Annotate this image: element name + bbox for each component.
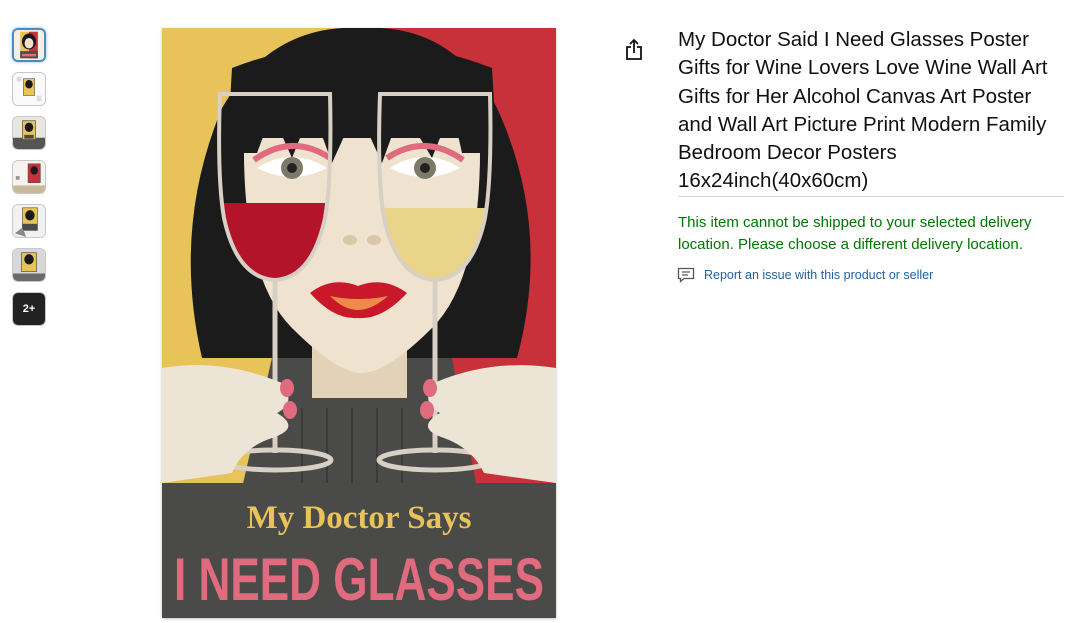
report-issue-link[interactable]: Report an issue with this product or sel… (677, 267, 933, 283)
thumbnail-wall-image (13, 161, 45, 193)
thumbnail-4[interactable] (12, 160, 46, 194)
thumbnail-lifestyle-image (13, 73, 45, 105)
thumbnail-3[interactable] (12, 116, 46, 150)
thumbnail-poster-image (14, 30, 44, 60)
poster-artwork: My Doctor Says I NEED GLASSES (162, 28, 556, 618)
poster-line-2: I NEED GLASSES (174, 546, 544, 613)
main-product-image[interactable]: My Doctor Says I NEED GLASSES (162, 28, 556, 618)
more-images-label: 2+ (22, 303, 36, 315)
thumbnail-2[interactable] (12, 72, 46, 106)
thumbnail-strip: 2+ (12, 28, 50, 336)
thumbnail-room-image (13, 117, 45, 149)
shipping-message: This item cannot be shipped to your sele… (678, 214, 1032, 253)
thumbnail-5[interactable] (12, 204, 46, 238)
product-title: My Doctor Said I Need Glasses Poster Gif… (678, 28, 1048, 193)
thumbnail-detail-image (13, 205, 45, 237)
more-images-button[interactable]: 2+ (12, 292, 46, 326)
share-icon[interactable] (624, 38, 644, 62)
poster-line-1: My Doctor Says (247, 500, 472, 536)
thumbnail-1[interactable] (12, 28, 46, 62)
report-issue-label: Report an issue with this product or sel… (704, 268, 934, 282)
feedback-icon (677, 267, 695, 283)
thumbnail-6[interactable] (12, 248, 46, 282)
thumbnail-scene-image (13, 249, 45, 281)
divider (678, 196, 1064, 197)
